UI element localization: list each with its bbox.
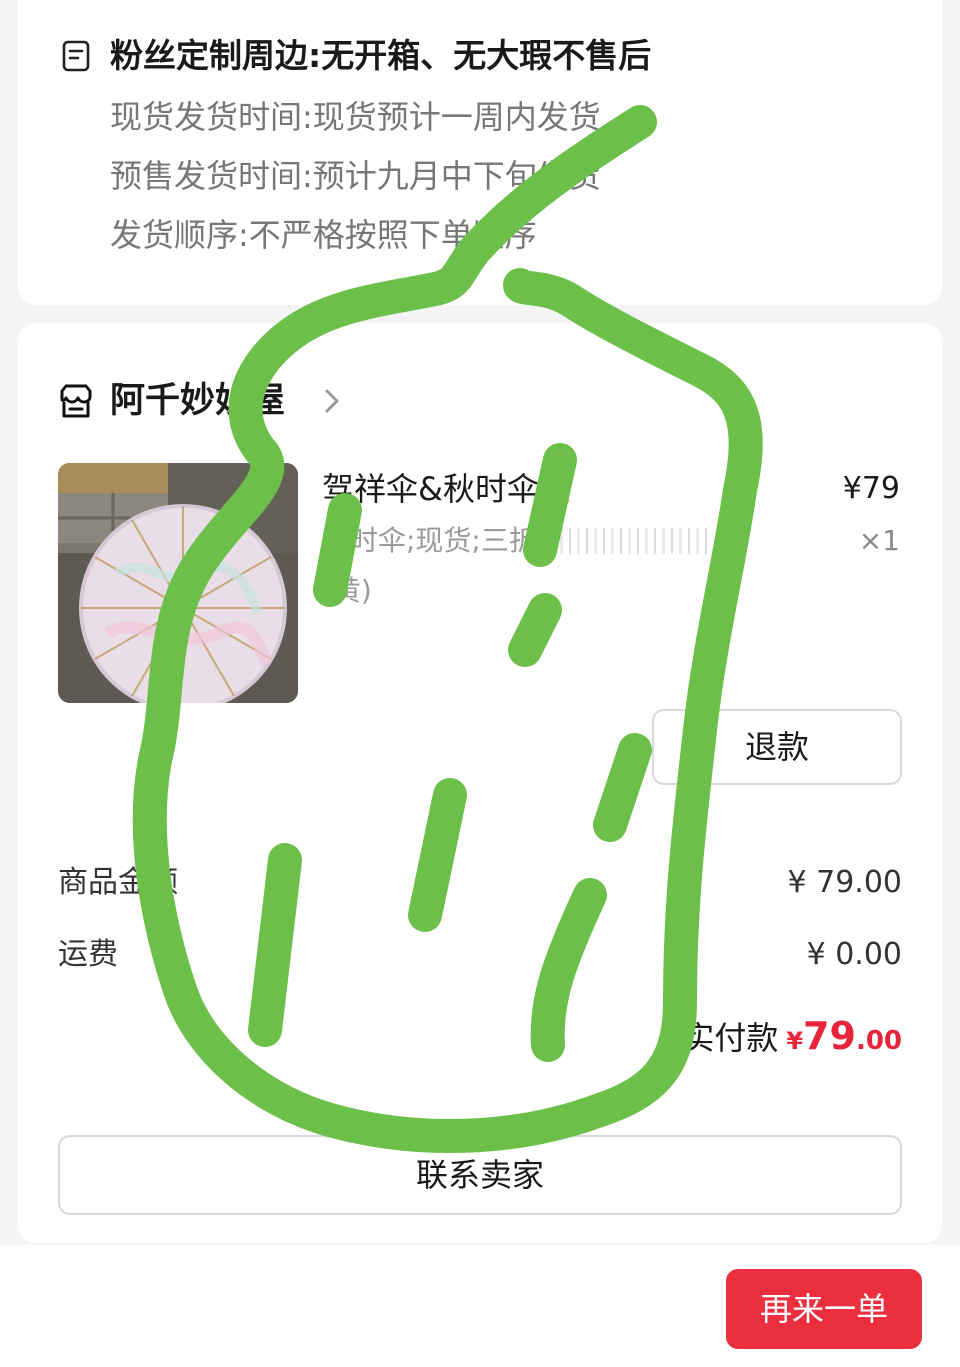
store-icon <box>60 384 92 418</box>
note-icon <box>62 40 90 72</box>
notice-line-presale-shipping: 预售发货时间:预计九月中下旬发货 <box>110 157 601 195</box>
actual-paid-row: 实付款 ¥79.00 <box>682 1013 902 1064</box>
chevron-right-icon[interactable] <box>322 386 342 416</box>
order-card: 阿千妙妙屋 驾祥伞&秋时伞 秋时伞;现货;三折 (黄) ¥79 ×1 退款 商品… <box>18 323 942 1243</box>
refund-button[interactable]: 退款 <box>652 709 902 785</box>
bottom-action-bar: 再来一单 <box>0 1245 960 1367</box>
actual-paid-integer: 79 <box>803 1014 856 1058</box>
actual-paid-label: 实付款 <box>682 1019 779 1057</box>
blurred-spec-detail <box>542 528 713 554</box>
product-name-text: 驾祥伞&秋时伞 <box>322 470 539 508</box>
notice-line-shipping-order: 发货顺序:不严格按照下单顺序 <box>110 216 537 254</box>
product-price: ¥79 <box>842 471 900 506</box>
product-spec: 秋时伞;现货;三折 <box>322 523 713 559</box>
product-quantity: ×1 <box>858 524 900 557</box>
product-spec-color: (黄) <box>322 574 372 607</box>
product-spec-text: 秋时伞;现货;三折 <box>322 524 537 557</box>
actual-paid-currency: ¥ <box>786 1027 804 1055</box>
shipping-fee-value: ¥ 0.00 <box>806 937 902 972</box>
store-name[interactable]: 阿千妙妙屋 <box>110 379 285 423</box>
goods-amount-label: 商品金额 <box>58 865 178 900</box>
shipping-notice-card: 粉丝定制周边:无开箱、无大瑕不售后 现货发货时间:现货预计一周内发货 预售发货时… <box>18 0 942 305</box>
umbrella-on-ground-icon <box>543 476 570 504</box>
notice-title: 粉丝定制周边:无开箱、无大瑕不售后 <box>110 36 652 75</box>
product-name[interactable]: 驾祥伞&秋时伞 <box>322 469 573 509</box>
umbrella-photo <box>58 463 298 703</box>
reorder-button[interactable]: 再来一单 <box>726 1269 922 1349</box>
goods-amount-value: ¥ 79.00 <box>787 865 902 900</box>
contact-seller-button[interactable]: 联系卖家 <box>58 1135 902 1215</box>
notice-line-stock-shipping: 现货发货时间:现货预计一周内发货 <box>110 98 601 136</box>
product-image[interactable] <box>58 463 298 703</box>
shipping-fee-label: 运费 <box>58 937 118 972</box>
actual-paid-decimal: .00 <box>855 1026 902 1056</box>
